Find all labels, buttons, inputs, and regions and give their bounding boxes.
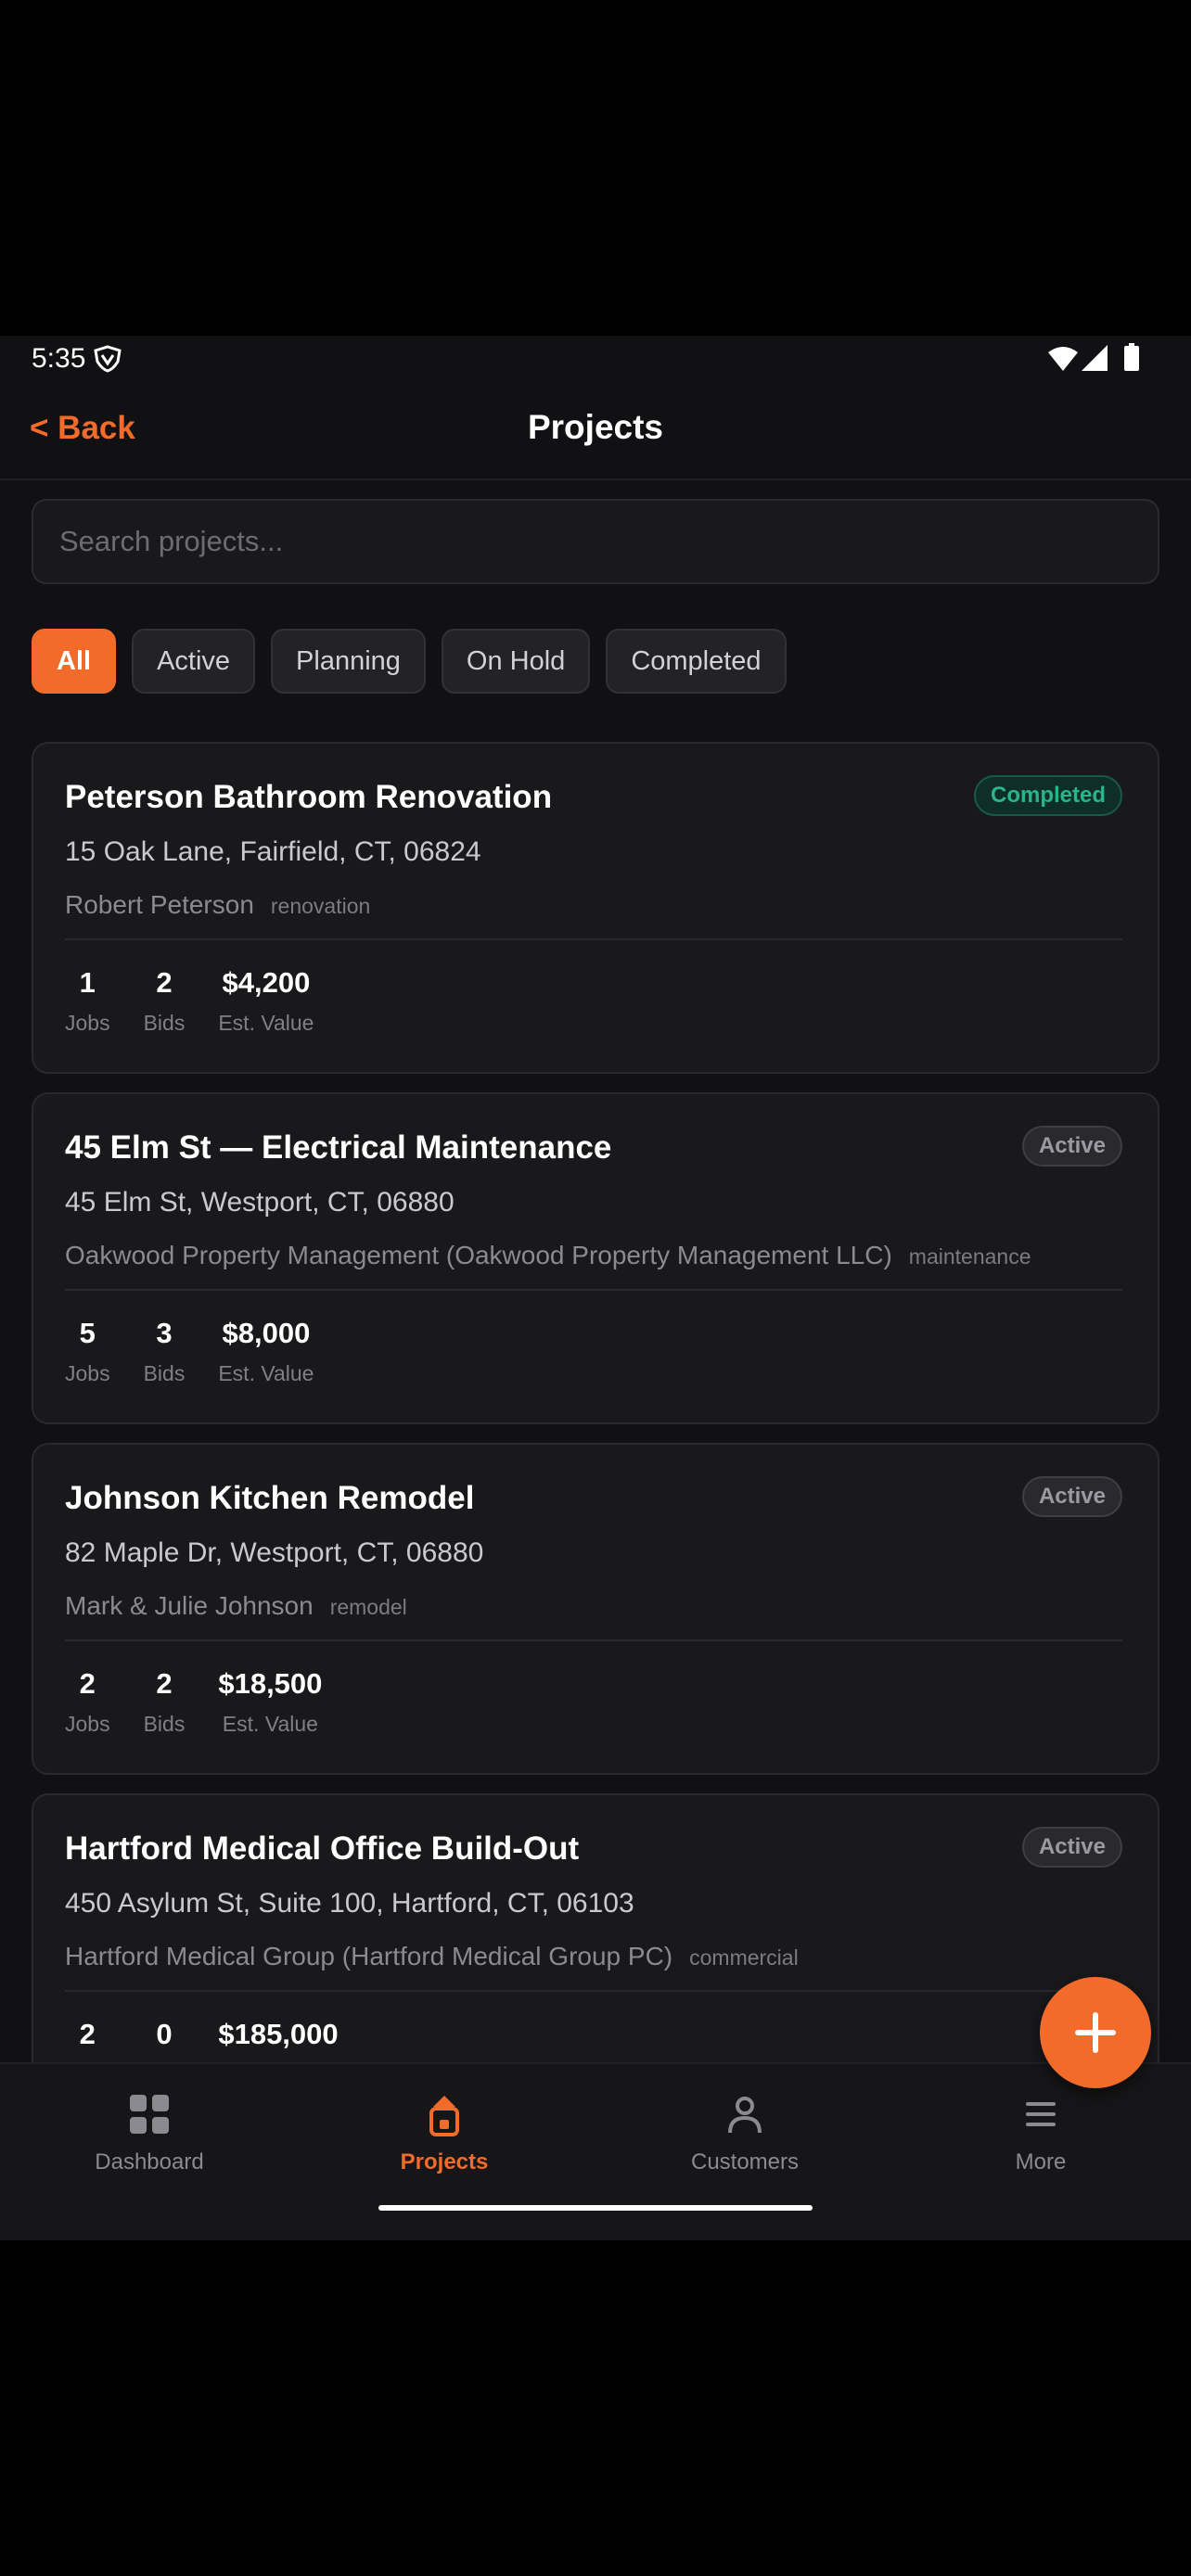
filter-chip-planning[interactable]: Planning (271, 629, 426, 694)
stat-value-label: Est. Value (218, 1361, 314, 1385)
project-name: Hartford Medical Office Build-Out (65, 1830, 580, 1867)
status-badge: Active (1021, 1827, 1122, 1868)
project-meta: Mark & Julie Johnson remodel (65, 1591, 407, 1621)
stat-bids: 3 Bids (144, 1317, 186, 1386)
filter-chip-active[interactable]: Active (132, 629, 256, 694)
project-card[interactable]: Peterson Bathroom Renovation Completed 1… (32, 742, 1159, 1074)
signal-icon (1082, 345, 1108, 371)
status-badge: Active (1021, 1126, 1122, 1167)
stat-value-amount: $18,500 (218, 1667, 323, 1700)
project-name: Peterson Bathroom Renovation (65, 779, 553, 815)
card-divider (65, 1639, 1122, 1641)
search-input[interactable] (33, 501, 1158, 582)
bottom-tab-bar: Dashboard Projects Customers More (0, 2062, 1191, 2240)
project-meta: Oakwood Property Management (Oakwood Pro… (65, 1241, 1031, 1270)
project-type: remodel (329, 1595, 407, 1619)
nav-header: < Back Projects (0, 382, 1191, 480)
project-stats: 2 Jobs 2 Bids $18,500 Est. Value (65, 1667, 322, 1737)
tab-more-label: More (1015, 2149, 1067, 2174)
stat-value-label: Est. Value (218, 1011, 314, 1035)
stat-bids-value: 3 (156, 1317, 173, 1349)
stat-jobs-value: 2 (79, 2018, 96, 2050)
card-divider (65, 1990, 1122, 1992)
project-customer: Robert Peterson (65, 890, 254, 919)
plus-icon (1075, 2012, 1116, 2053)
project-type: commercial (689, 1945, 799, 1970)
stat-value-amount: $8,000 (222, 1317, 311, 1349)
filter-chip-all[interactable]: All (32, 629, 117, 694)
project-card[interactable]: Johnson Kitchen Remodel Active 82 Maple … (32, 1443, 1159, 1775)
battery-icon (1124, 343, 1139, 371)
stat-bids-label: Bids (143, 1361, 186, 1385)
stat-bids-value: 0 (156, 2018, 173, 2050)
tab-more[interactable]: More (929, 2092, 1152, 2175)
project-meta: Robert Peterson renovation (65, 890, 370, 920)
stat-bids: 2 Bids (144, 966, 186, 1036)
tab-projects-label: Projects (400, 2149, 489, 2174)
grid-icon (130, 2095, 169, 2134)
filter-chip-completed[interactable]: Completed (606, 629, 787, 694)
home-indicator[interactable] (378, 2205, 813, 2211)
stat-value: $4,200 Est. Value (218, 966, 314, 1036)
tab-dashboard[interactable]: Dashboard (38, 2092, 261, 2175)
stat-jobs: 2 Jobs (65, 1667, 110, 1737)
project-address: 15 Oak Lane, Fairfield, CT, 06824 (65, 836, 481, 867)
project-customer: Hartford Medical Group (Hartford Medical… (65, 1942, 673, 1970)
project-meta: Hartford Medical Group (Hartford Medical… (65, 1942, 799, 1971)
tab-projects[interactable]: Projects (333, 2092, 556, 2175)
stat-bids: 2 Bids (144, 1667, 186, 1737)
status-time: 5:35 (32, 343, 86, 374)
stat-bids-label: Bids (143, 1011, 186, 1035)
menu-icon (1026, 2102, 1056, 2126)
card-divider (65, 938, 1122, 940)
project-address: 82 Maple Dr, Westport, CT, 06880 (65, 1537, 484, 1568)
vpn-shield-icon (94, 345, 122, 373)
stat-value: $8,000 Est. Value (218, 1317, 314, 1386)
page-title: Projects (527, 408, 663, 446)
status-badge: Completed (973, 775, 1122, 816)
project-type: renovation (270, 894, 371, 918)
clipboard-icon (429, 2096, 459, 2136)
stat-value-amount: $4,200 (222, 966, 311, 999)
stat-jobs-label: Jobs (65, 1712, 110, 1736)
project-customer: Oakwood Property Management (Oakwood Pro… (65, 1241, 892, 1269)
stat-jobs: 1 Jobs (65, 966, 110, 1036)
stat-jobs-value: 1 (79, 966, 96, 999)
project-type: maintenance (908, 1244, 1031, 1269)
filter-chip-on-hold[interactable]: On Hold (441, 629, 591, 694)
stat-jobs-label: Jobs (65, 1011, 110, 1035)
stat-value-label: Est. Value (222, 1712, 318, 1736)
stat-value: $18,500 Est. Value (218, 1667, 322, 1737)
stat-jobs-value: 2 (79, 1667, 96, 1700)
stat-bids-value: 2 (156, 966, 173, 999)
stat-value-amount: $185,000 (218, 2018, 339, 2050)
person-icon (728, 2097, 762, 2134)
stat-jobs-value: 5 (79, 1317, 96, 1349)
stat-bids-value: 2 (156, 1667, 173, 1700)
filter-chips: All Active Planning On Hold Completed (32, 629, 787, 694)
search-box (32, 499, 1159, 584)
tab-dashboard-label: Dashboard (95, 2149, 204, 2174)
project-name: Johnson Kitchen Remodel (65, 1480, 475, 1516)
add-project-button[interactable] (1040, 1977, 1151, 2088)
tab-customers-label: Customers (690, 2149, 800, 2174)
project-stats: 1 Jobs 2 Bids $4,200 Est. Value (65, 966, 314, 1036)
stat-jobs: 5 Jobs (65, 1317, 110, 1386)
status-badge: Active (1021, 1476, 1122, 1517)
status-bar: 5:35 (0, 336, 1191, 382)
project-card[interactable]: 45 Elm St — Electrical Maintenance Activ… (32, 1092, 1159, 1424)
project-name: 45 Elm St — Electrical Maintenance (65, 1129, 612, 1166)
card-divider (65, 1289, 1122, 1291)
project-address: 45 Elm St, Westport, CT, 06880 (65, 1187, 455, 1218)
project-address: 450 Asylum St, Suite 100, Hartford, CT, … (65, 1888, 634, 1919)
projects-screen: 5:35 < Back Projects All Active Planning… (0, 336, 1191, 2240)
stat-bids-label: Bids (143, 1712, 186, 1736)
tab-customers[interactable]: Customers (634, 2092, 856, 2175)
wifi-icon (1048, 347, 1078, 371)
project-stats: 5 Jobs 3 Bids $8,000 Est. Value (65, 1317, 314, 1386)
stat-jobs-label: Jobs (65, 1361, 110, 1385)
project-customer: Mark & Julie Johnson (65, 1591, 314, 1620)
